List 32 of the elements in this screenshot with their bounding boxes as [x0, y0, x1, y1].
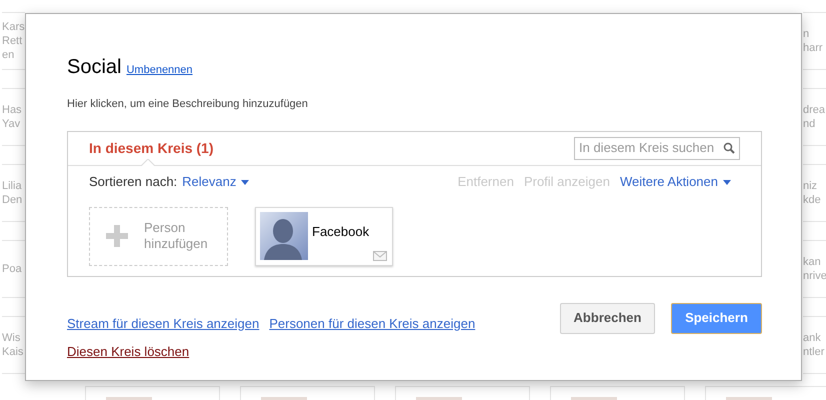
delete-circle-link[interactable]: Diesen Kreis löschen — [67, 342, 190, 362]
sort-label: Sortieren nach: — [89, 173, 178, 192]
avatar-silhouette-icon — [260, 212, 308, 260]
person-card[interactable]: Facebook — [255, 206, 393, 266]
caret-icon — [241, 180, 250, 184]
circle-tab[interactable]: In diesem Kreis (1) — [89, 138, 214, 158]
save-button[interactable]: Speichern — [671, 302, 762, 334]
circle-link[interactable]: Personen für diesen Kreis anzeigen — [269, 314, 476, 333]
dialog-title: Social — [67, 55, 122, 80]
contact-name: kan nrive — [803, 255, 826, 283]
caret-icon — [723, 180, 731, 184]
contact-name: ank ntler — [803, 331, 824, 359]
contact-name: Lilia Den — [2, 179, 22, 207]
contact-name: n harr — [803, 27, 823, 55]
contact-name: Wis Kais — [2, 331, 24, 359]
rename-link[interactable]: Umbenennen — [126, 62, 193, 78]
more-actions-dropdown[interactable]: Weitere Aktionen — [620, 172, 731, 192]
add-person-button[interactable]: Person hinzufügen — [89, 206, 228, 266]
search-field[interactable]: In diesem Kreis suchen — [574, 136, 740, 160]
search-icon — [723, 142, 735, 154]
person-name: Facebook — [312, 222, 370, 240]
envelope-icon — [373, 250, 387, 260]
plus-icon — [106, 225, 128, 247]
sort-dropdown[interactable]: Relevanz — [182, 172, 250, 192]
contact-name: Poa — [2, 262, 22, 276]
cancel-button[interactable]: Abbrechen — [560, 302, 655, 334]
contact-name: drea nd — [803, 103, 826, 131]
contact-name: Kars Rett en — [2, 20, 25, 62]
description-text[interactable]: Hier klicken, um eine Beschreibung hinzuzufügen — [67, 96, 762, 112]
contact-name: niz kde — [803, 179, 821, 207]
contact-name: Has Yav — [2, 103, 22, 131]
circle-link[interactable]: Stream für diesen Kreis anzeigen — [67, 314, 260, 333]
